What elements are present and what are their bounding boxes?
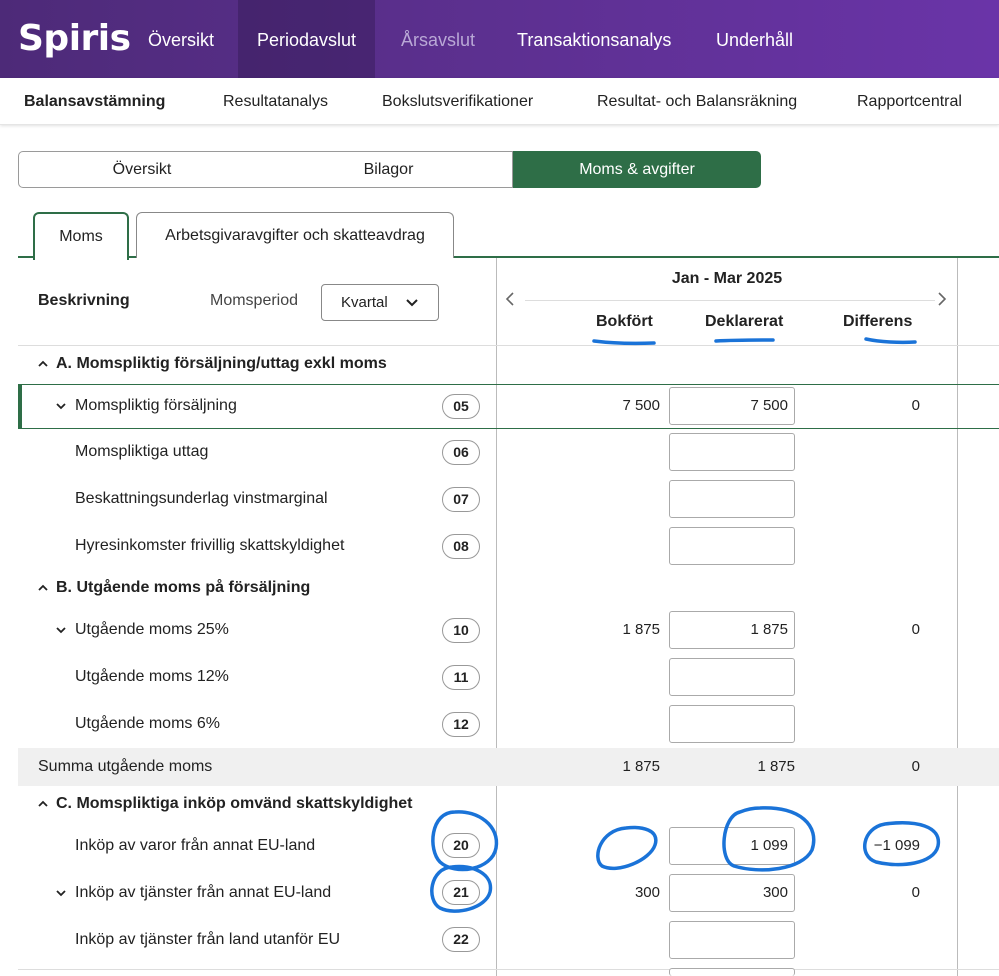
declared-input[interactable] [669, 968, 795, 976]
row-label: Beskattningsunderlag vinstmarginal [75, 490, 328, 507]
segment-moms-avgifter[interactable]: Moms & avgifter [513, 151, 761, 188]
chevron-up-icon[interactable] [38, 358, 48, 370]
spiris-logo[interactable]: Spiris [18, 18, 131, 59]
summary-diff: 0 [911, 758, 920, 775]
row-code-badge: 20 [442, 833, 480, 858]
chevron-up-icon[interactable] [38, 798, 48, 810]
declared-input[interactable] [669, 705, 795, 743]
booked-value: 7 500 [622, 397, 660, 414]
row-code-badge: 06 [442, 440, 480, 465]
chevron-down-icon [406, 285, 418, 320]
row-code-badge: 11 [442, 665, 480, 690]
declared-input[interactable] [669, 658, 795, 696]
diff-value: 0 [911, 621, 920, 638]
top-nav-bar: Spiris Översikt Periodavslut Årsavslut T… [0, 0, 999, 78]
segment-bilagor[interactable]: Bilagor [265, 151, 513, 188]
row-label: Utgående moms 6% [75, 715, 220, 732]
header-divider [18, 345, 999, 346]
topnav-arsavslut[interactable]: Årsavslut [382, 0, 494, 78]
row-code-badge: 05 [442, 394, 480, 419]
column-divider [957, 258, 958, 976]
section-a-title[interactable]: A. Momspliktig försäljning/uttag exkl mo… [56, 355, 387, 373]
chevron-right-icon[interactable] [937, 292, 947, 311]
underline-differens [864, 337, 917, 345]
sub-nav-bar: Balansavstämning Resultatanalys Boksluts… [0, 78, 999, 125]
row-label: Hyresinkomster frivillig skattskyldighet [75, 537, 345, 554]
column-differens: Differens [843, 313, 913, 330]
declared-input[interactable]: 1 099 [669, 827, 795, 865]
subnav-resultatanalys[interactable]: Resultatanalys [223, 78, 328, 125]
section-c-title[interactable]: C. Momspliktiga inköp omvänd skattskyldi… [56, 795, 413, 813]
topnav-underhall[interactable]: Underhåll [697, 0, 812, 78]
diff-value: 0 [911, 397, 920, 414]
row-code-badge: 07 [442, 487, 480, 512]
row-code-badge: 21 [442, 880, 480, 905]
topnav-transaktionsanalys[interactable]: Transaktionsanalys [498, 0, 690, 78]
period-title: Jan - Mar 2025 [671, 270, 783, 287]
row-label: Utgående moms 25% [75, 621, 229, 638]
declared-input[interactable] [669, 527, 795, 565]
subnav-rapportcentral[interactable]: Rapportcentral [857, 78, 962, 125]
declared-input[interactable]: 1 875 [669, 611, 795, 649]
declared-input[interactable]: 7 500 [669, 387, 795, 425]
underline-bokfort [592, 339, 656, 346]
summary-label: Summa utgående moms [38, 758, 213, 775]
row-label: Inköp av varor från annat EU-land [75, 837, 316, 854]
row-label: Utgående moms 12% [75, 668, 229, 685]
summary-declared: 1 875 [757, 758, 795, 775]
subnav-bokslutsverifikationer[interactable]: Bokslutsverifikationer [382, 78, 533, 125]
row-label: Inköp av tjänster från annat EU-land [75, 884, 332, 901]
chevron-down-icon[interactable] [56, 625, 66, 637]
chevron-left-icon[interactable] [505, 292, 515, 311]
declared-input[interactable] [669, 921, 795, 959]
tab-arbetsgivaravgifter[interactable]: Arbetsgivaravgifter och skatteavdrag [136, 212, 454, 258]
subnav-resultat-balansrakning[interactable]: Resultat- och Balansräkning [597, 78, 797, 125]
topnav-oversikt[interactable]: Översikt [129, 0, 233, 78]
chevron-up-icon[interactable] [38, 582, 48, 594]
section-b-title[interactable]: B. Utgående moms på försäljning [56, 579, 310, 597]
row-label: Inköp av tjänster från land utanför EU [75, 931, 341, 948]
topnav-periodavslut[interactable]: Periodavslut [238, 0, 376, 78]
row-label: Momspliktig försäljning [75, 397, 237, 414]
row-code-badge: 22 [442, 927, 480, 952]
row-divider [18, 969, 999, 970]
momsperiod-value: Kvartal [341, 294, 388, 311]
declared-input[interactable] [669, 433, 795, 471]
annotation-overlay [430, 337, 941, 913]
declared-input[interactable]: 300 [669, 874, 795, 912]
column-deklarerat: Deklarerat [705, 313, 784, 330]
selected-row-indicator [18, 384, 22, 429]
subnav-balansavstamning[interactable]: Balansavstämning [24, 78, 165, 125]
underline-deklarerat [714, 338, 775, 343]
circle-booked-20 [596, 825, 658, 871]
momsperiod-label: Momsperiod [210, 292, 299, 309]
tab-moms[interactable]: Moms [33, 212, 129, 260]
column-divider [496, 258, 497, 976]
momsperiod-select[interactable]: Kvartal [321, 284, 439, 321]
diff-value: −1 099 [873, 837, 920, 854]
description-header: Beskrivning [38, 292, 130, 309]
segment-oversikt[interactable]: Översikt [18, 151, 266, 188]
chevron-down-icon[interactable] [56, 888, 66, 900]
column-bokfort: Bokfört [596, 313, 653, 330]
chevron-down-icon[interactable] [56, 401, 66, 413]
diff-value: 0 [911, 884, 920, 901]
period-divider [525, 300, 935, 301]
row-code-badge: 12 [442, 712, 480, 737]
row-code-badge: 10 [442, 618, 480, 643]
booked-value: 1 875 [622, 621, 660, 638]
row-label: Momspliktiga uttag [75, 443, 209, 460]
declared-input[interactable] [669, 480, 795, 518]
row-code-badge: 08 [442, 534, 480, 559]
summary-booked: 1 875 [622, 758, 660, 775]
booked-value: 300 [634, 884, 660, 901]
